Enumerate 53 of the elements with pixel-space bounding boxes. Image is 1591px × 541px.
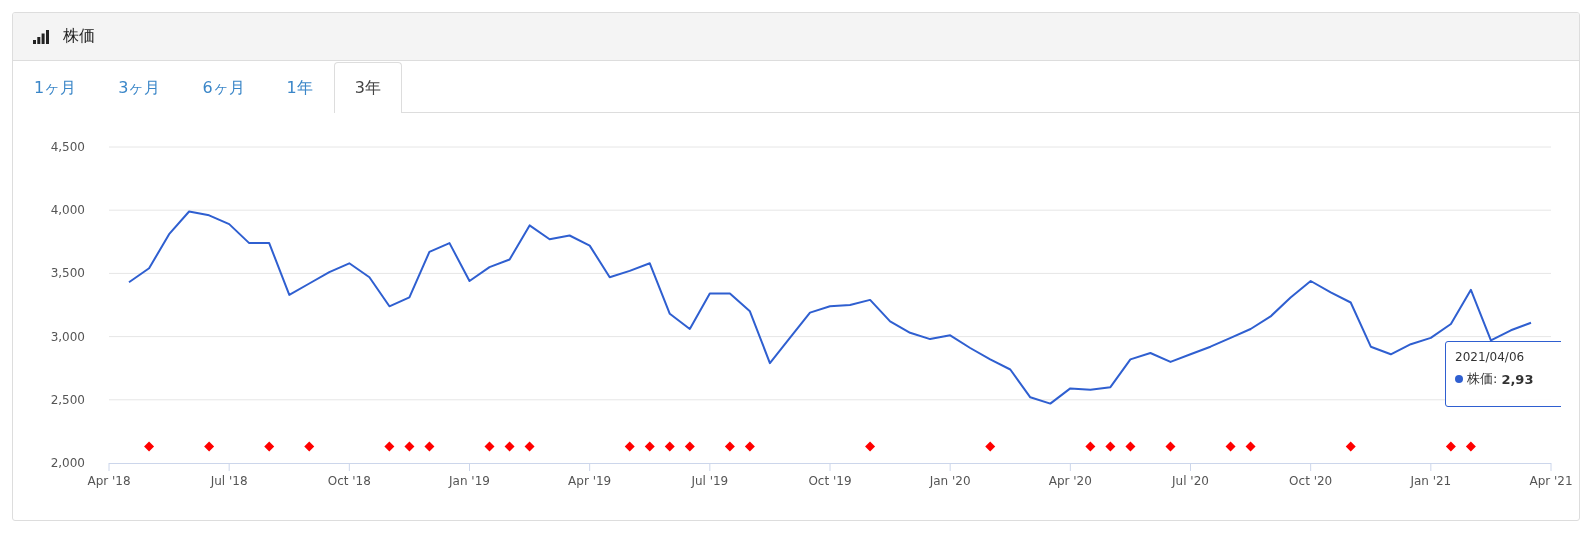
y-axis-label: 3,000 xyxy=(50,329,85,344)
event-marker xyxy=(484,441,495,452)
event-marker xyxy=(144,441,155,452)
tooltip-label: 株価: xyxy=(1467,370,1498,388)
x-axis-label: Oct '20 xyxy=(1289,474,1333,488)
y-axis-label: 2,500 xyxy=(50,392,85,407)
x-axis-label: Jan '20 xyxy=(929,474,971,488)
event-marker xyxy=(1445,441,1456,452)
x-axis-label: Apr '19 xyxy=(568,474,612,488)
event-marker xyxy=(524,441,535,452)
x-axis-label: Apr '21 xyxy=(1529,474,1573,488)
y-axis-label: 2,000 xyxy=(50,456,85,470)
tooltip-date: 2021/04/06 xyxy=(1455,350,1526,364)
event-marker xyxy=(1465,441,1476,452)
event-marker xyxy=(985,441,996,452)
event-marker xyxy=(865,441,876,452)
event-marker xyxy=(1345,441,1356,452)
event-marker xyxy=(304,441,315,452)
x-axis-label: Apr '20 xyxy=(1048,474,1092,488)
y-axis-label: 3,500 xyxy=(50,266,85,281)
panel-title: 株価 xyxy=(63,26,95,47)
x-axis-label: Jul '19 xyxy=(691,474,729,488)
event-marker xyxy=(644,441,655,452)
y-axis-label: 4,500 xyxy=(50,140,85,154)
event-marker xyxy=(424,441,435,452)
event-marker xyxy=(1225,441,1236,452)
event-marker xyxy=(264,441,275,452)
series-dot xyxy=(1455,375,1463,383)
event-marker xyxy=(1165,441,1176,452)
x-axis-label: Jan '19 xyxy=(449,474,490,488)
event-marker xyxy=(684,441,695,452)
event-marker xyxy=(404,441,415,452)
event-marker xyxy=(384,441,395,452)
event-marker xyxy=(1105,441,1116,452)
event-marker xyxy=(204,441,215,452)
event-marker xyxy=(744,441,755,452)
period-tab[interactable]: 3年 xyxy=(333,62,402,113)
x-axis-label: Jan '21 xyxy=(1410,474,1452,488)
x-axis-label: Oct '19 xyxy=(808,474,852,488)
event-marker xyxy=(664,441,675,452)
x-axis-label: Apr '18 xyxy=(87,474,131,488)
tooltip-value: 2,93 xyxy=(1501,371,1534,387)
event-marker xyxy=(624,441,635,452)
event-marker xyxy=(724,441,735,452)
event-marker xyxy=(504,441,515,452)
event-marker xyxy=(1245,441,1256,452)
y-axis-label: 4,000 xyxy=(50,203,85,218)
event-marker xyxy=(1125,441,1136,452)
event-marker xyxy=(1085,441,1096,452)
x-axis-label: Jul '18 xyxy=(210,474,248,488)
x-axis-label: Jul '20 xyxy=(1172,474,1209,488)
bar-chart-icon xyxy=(33,29,49,44)
x-axis-label: Oct '18 xyxy=(327,474,371,488)
